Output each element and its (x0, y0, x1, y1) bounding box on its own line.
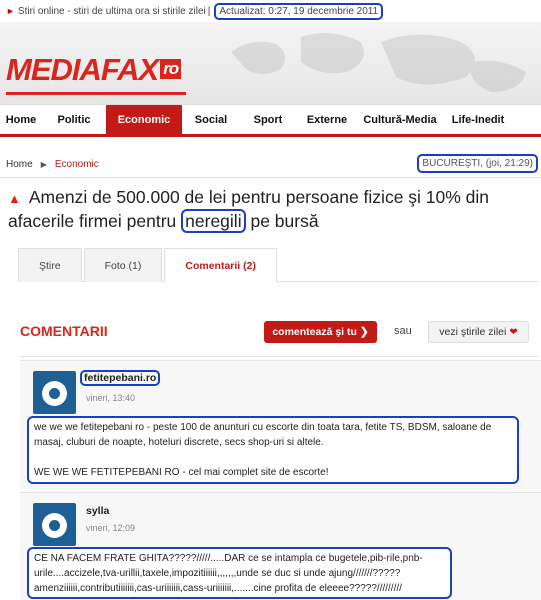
heart-icon: ❤ (509, 327, 518, 338)
main-nav: Home Politic Economic Social Sport Externe Cul… (0, 104, 541, 137)
tab--tire[interactable]: Ştire (18, 248, 82, 282)
comment-date: vineri, 12:09 (86, 523, 136, 533)
nav-item-sport[interactable]: Sport (240, 105, 296, 135)
news-of-day-button[interactable]: vezi ştirile zilei ❤ (428, 321, 529, 343)
top-bar: ► Stiri online - stiri de ultima ora si … (0, 0, 541, 22)
mediafax-triangle-icon: ▲ (8, 191, 21, 206)
tab-comentarii-2[interactable]: Comentarii (2) (164, 248, 277, 283)
last-updated: Actualizat: 0:27, 19 decembrie 2011 (214, 2, 384, 20)
separator: | (207, 5, 211, 17)
avatar (33, 371, 76, 414)
title-highlight: neregili (181, 209, 246, 233)
add-comment-button[interactable]: comentează şi tu ❯ (264, 321, 377, 343)
nav-item-cultur-media[interactable]: Cultură-Media (358, 105, 442, 135)
divider (20, 356, 538, 357)
comment-author[interactable]: fetitepebani.ro (80, 370, 161, 386)
nav-item-politic[interactable]: Politic (42, 105, 106, 135)
nav-item-economic[interactable]: Economic (106, 105, 182, 135)
comment-text: we we we fetitepebani ro - peste 100 de … (27, 416, 519, 484)
article-tabs: Ştire Foto (1) Comentarii (2) (18, 248, 538, 283)
mediafax-logo[interactable]: MEDIAFAX ro (6, 52, 182, 88)
breadcrumb-category[interactable]: Economic (55, 159, 99, 170)
avatar (33, 503, 76, 546)
or-label: sau (394, 325, 412, 337)
nav-item-social[interactable]: Social (182, 105, 240, 135)
bullet-arrow-icon: ► (6, 6, 15, 16)
article-title: ▲ Amenzi de 500.000 de lei pentru persoan… (8, 187, 490, 233)
site-tagline[interactable]: Stiri online - stiri de ultima ora si st… (18, 6, 206, 17)
comment-text: CE NA FACEM FRATE GHITA?????/////.....DA… (27, 547, 452, 599)
breadcrumb: Home ▶ Economic (6, 159, 99, 170)
arrow-right-icon: ❯ (359, 326, 369, 338)
breadcrumb-chevron-icon: ▶ (40, 160, 47, 169)
comment-item: fetitepebani.ro vineri, 13:40 we we we f… (20, 360, 541, 490)
world-map-graphic (231, 33, 526, 92)
comment-item: sylla vineri, 12:09 CE NA FACEM FRATE GH… (20, 492, 541, 600)
nav-item-externe[interactable]: Externe (296, 105, 358, 135)
comment-date: vineri, 13:40 (86, 393, 136, 403)
nav-item-life-inedit[interactable]: Life-Inedit (442, 105, 514, 135)
dateline: BUCUREŞTI, (joi, 21:29) (417, 154, 538, 173)
masthead: MEDIAFAX ro (0, 22, 541, 104)
logo-underline (6, 92, 186, 95)
nav-item-home[interactable]: Home (0, 105, 42, 135)
tab-foto-1[interactable]: Foto (1) (83, 248, 163, 282)
breadcrumb-home[interactable]: Home (6, 159, 33, 170)
comments-heading: COMENTARII (20, 323, 108, 339)
comment-author[interactable]: sylla (86, 505, 109, 517)
divider (0, 177, 541, 178)
